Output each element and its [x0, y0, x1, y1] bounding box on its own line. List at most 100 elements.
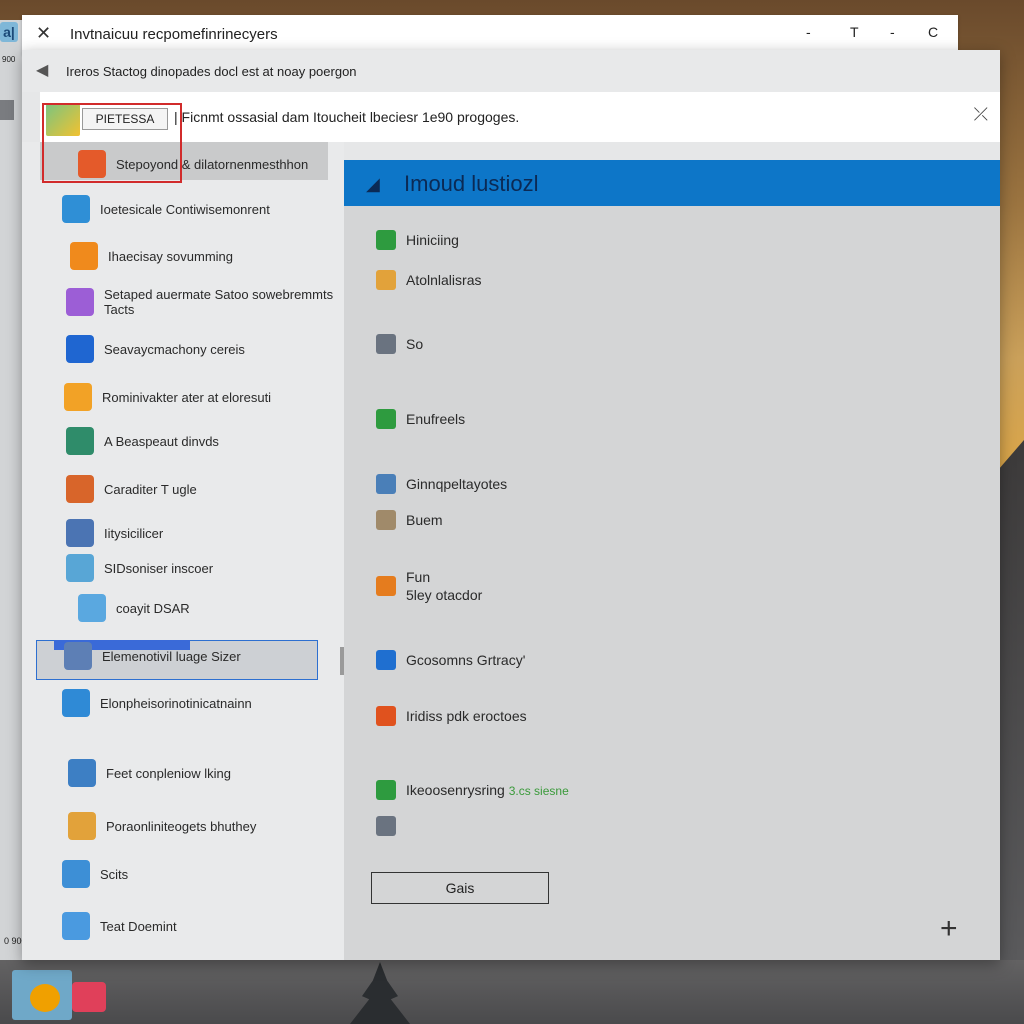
sidebar-item[interactable]: Caraditer T ugle [66, 475, 197, 503]
content-item-label: Iridiss pdk eroctoes [406, 708, 527, 724]
taskbar-icons [12, 970, 106, 1024]
content-item[interactable] [376, 816, 406, 836]
sidebar-item-label: Ioetesicale Contiwisemonrent [100, 201, 270, 217]
content-item[interactable]: Atolnlalisras [376, 270, 481, 290]
sidebar-item[interactable]: Setaped auermate Satoo sowebremmts Tacts [66, 287, 344, 317]
content-item[interactable]: So [376, 334, 423, 354]
sidebar-item[interactable]: Ihaecisay sovumming [70, 242, 233, 270]
content-item-icon [376, 474, 396, 494]
sidebar-item[interactable]: Elemenotivil luage Sizer [64, 642, 241, 670]
taskbar-app-icon[interactable] [72, 982, 106, 1012]
content-item-icon [376, 650, 396, 670]
sidebar-item-icon [62, 689, 90, 717]
sidebar-item[interactable]: Scits [62, 860, 128, 888]
sidebar-item-icon [64, 642, 92, 670]
content-item-sublabel: 5ley otacdor [406, 587, 483, 603]
sidebar-item-icon [62, 860, 90, 888]
content-item-icon [376, 510, 396, 530]
content-item-label: Ginnqpeltayotes [406, 476, 508, 492]
sidebar-item-icon [66, 335, 94, 363]
sidebar-item-icon [64, 383, 92, 411]
sidebar-item-label: Ihaecisay sovumming [108, 248, 233, 264]
sidebar-item-icon [66, 475, 94, 503]
main-content: ◢ Imoud lustiozl Gais + Hiniciing Atolnla… [344, 160, 1000, 960]
action-button[interactable]: Gais [371, 872, 549, 904]
sidebar-item-label: Feet conpleniow lking [106, 765, 232, 781]
content-item-label: So [406, 336, 424, 352]
sidebar-item[interactable]: SIDsoniser inscoer [66, 554, 213, 582]
sidebar-item[interactable]: Stepoyond & dilatornenmesthhon [78, 150, 308, 178]
main-window: ◀ Ireros Stactog dinopades docl est at n… [22, 50, 1000, 960]
content-item-label: Gcosomns Grtracy' [406, 652, 526, 668]
dash-icon[interactable]: - [890, 24, 895, 40]
content-item[interactable]: Gcosomns Grtracy' [376, 650, 525, 670]
content-item[interactable]: Hiniciing [376, 230, 459, 250]
content-item-label: Buem [406, 512, 443, 528]
sidebar-item[interactable]: Feet conpleniow lking [68, 759, 231, 787]
close-icon[interactable]: ✕ [36, 23, 51, 44]
content-item-label: Enufreels [406, 411, 466, 427]
content-item[interactable]: Buem [376, 510, 443, 530]
desktop-left-text: 900 [2, 55, 16, 64]
page-title: Imoud lustiozl [404, 171, 539, 196]
sidebar-item-label: Seavaycmachony cereis [104, 341, 245, 357]
content-item[interactable]: Ginnqpeltayotes [376, 474, 507, 494]
content-item-icon [376, 576, 396, 596]
sidebar-item-label: Elonpheisorinotinicatnainn [100, 695, 252, 711]
sidebar-item-label: Iitysicilicer [104, 525, 164, 541]
minimize-icon[interactable]: - [806, 24, 811, 40]
sidebar-item[interactable]: coayit DSAR [78, 594, 190, 622]
search-thumbnail [46, 104, 80, 136]
content-item[interactable]: Iridiss pdk eroctoes [376, 706, 527, 726]
pin-icon[interactable]: T [850, 24, 859, 40]
content-item-label: Atolnlalisras [406, 272, 482, 288]
content-item[interactable]: Fun 5ley otacdor [376, 568, 482, 604]
content-item-icon [376, 230, 396, 250]
taskbar-app-icon[interactable] [30, 984, 60, 1012]
sidebar: Stepoyond & dilatornenmesthhon Ioetesical… [22, 142, 344, 960]
sidebar-item[interactable]: Poraonliniteogets bhuthey [68, 812, 256, 840]
back-arrow-icon[interactable]: ◀ [36, 60, 48, 80]
search-input[interactable]: | Ficnmt ossasial dam Itoucheit lbeciesr… [174, 109, 519, 125]
content-item-label: Ikeoosenrysring [406, 781, 505, 798]
sidebar-item[interactable]: A Beaspeaut dinvds [66, 427, 219, 455]
sidebar-item-label: A Beaspeaut dinvds [104, 433, 219, 449]
content-item-icon [376, 270, 396, 290]
search-tag[interactable]: PIETESSA [82, 108, 168, 130]
content-item[interactable]: Ikeoosenrysring 3.cs siesne [376, 780, 569, 800]
content-item[interactable]: Enufreels [376, 409, 465, 429]
maximize-icon[interactable]: C [928, 24, 938, 40]
sidebar-item-icon [70, 242, 98, 270]
content-item-label: Fun [406, 569, 431, 585]
sidebar-item-label: Poraonliniteogets bhuthey [106, 818, 257, 834]
sidebar-item[interactable]: Seavaycmachony cereis [66, 335, 245, 363]
sidebar-item-label: Caraditer T ugle [104, 481, 197, 497]
back-window-title: Invtnaicuu recpomefinrinecyers [70, 26, 278, 43]
content-item-icon [376, 334, 396, 354]
sidebar-item-label: Teat Doemint [100, 918, 177, 934]
sidebar-item-icon [66, 427, 94, 455]
sidebar-item[interactable]: Elonpheisorinotinicatnainn [62, 689, 252, 717]
desktop-left-strip [0, 20, 22, 960]
sidebar-item[interactable]: Rominivakter ater at eloresuti [64, 383, 271, 411]
sidebar-item-icon [68, 812, 96, 840]
clear-icon[interactable]: ⤫ [974, 104, 988, 125]
breadcrumb-text: Ireros Stactog dinopades docl est at noa… [66, 64, 357, 79]
sidebar-item-label: Scits [100, 866, 129, 882]
tree-silhouette [350, 962, 410, 1024]
desktop-left-bar [0, 100, 14, 120]
add-icon[interactable]: + [940, 912, 958, 946]
sidebar-item[interactable]: Iitysicilicer [66, 519, 163, 547]
search-bar[interactable]: PIETESSA | Ficnmt ossasial dam Itoucheit… [40, 92, 1000, 142]
sidebar-item-label: Stepoyond & dilatornenmesthhon [116, 156, 309, 172]
desktop-app-icon[interactable]: a| [0, 22, 18, 42]
content-item-status: 3.cs siesne [508, 783, 569, 798]
sidebar-item-icon [62, 195, 90, 223]
content-item-icon [376, 409, 396, 429]
sidebar-item-icon [78, 594, 106, 622]
sidebar-item[interactable]: Teat Doemint [62, 912, 177, 940]
sidebar-item[interactable]: Ioetesicale Contiwisemonrent [62, 195, 270, 223]
sidebar-item-label: Setaped auermate Satoo sowebremmts Tacts [104, 287, 334, 317]
sidebar-item-icon [66, 288, 94, 316]
content-item-icon [376, 816, 396, 836]
